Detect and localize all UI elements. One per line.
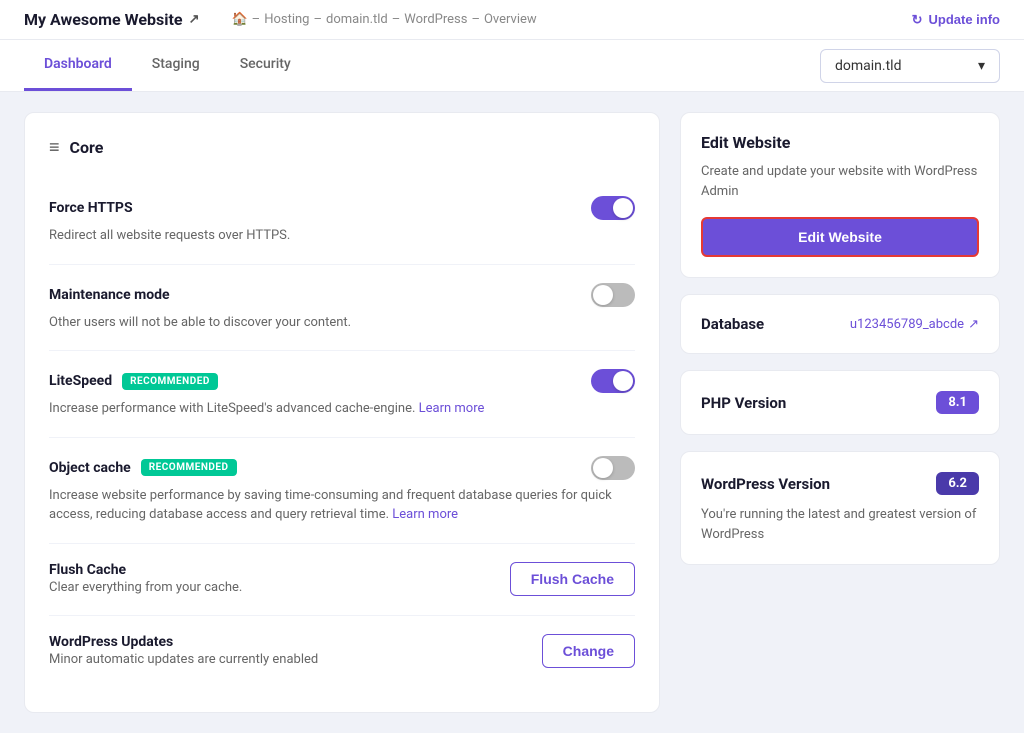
- site-title-text: My Awesome Website: [24, 10, 183, 29]
- litespeed-desc: Increase performance with LiteSpeed's ad…: [49, 399, 635, 419]
- update-info-button[interactable]: ↻ Update info: [912, 12, 1000, 28]
- maintenance-mode-row: Maintenance mode Other users will not be…: [49, 265, 635, 352]
- force-https-desc: Redirect all website requests over HTTPS…: [49, 226, 635, 246]
- database-card-row: Database u123456789_abcde ↗: [701, 315, 979, 333]
- database-name: u123456789_abcde: [850, 317, 964, 332]
- php-version-card-row: PHP Version 8.1: [701, 391, 979, 414]
- right-panel: Edit Website Create and update your webs…: [680, 112, 1000, 713]
- toggle-knob: [613, 371, 633, 391]
- force-https-name: Force HTTPS: [49, 200, 133, 216]
- chevron-down-icon: ▾: [978, 58, 985, 74]
- external-link-icon[interactable]: ↗: [189, 12, 200, 27]
- layers-icon: ≡: [49, 137, 60, 158]
- update-icon: ↻: [912, 12, 923, 28]
- php-version-badge: 8.1: [936, 391, 979, 414]
- breadcrumb: 🏠 – Hosting – domain.tld – WordPress – O…: [231, 12, 536, 27]
- litespeed-recommended-badge: RECOMMENDED: [122, 373, 218, 390]
- main-content: ≡ Core Force HTTPS Redirect all website …: [0, 92, 1024, 733]
- left-panel: ≡ Core Force HTTPS Redirect all website …: [24, 112, 660, 713]
- wordpress-updates-desc: Minor automatic updates are currently en…: [49, 650, 522, 670]
- object-cache-row: Object cache RECOMMENDED Increase websit…: [49, 438, 635, 544]
- edit-website-button[interactable]: Edit Website: [701, 217, 979, 257]
- maintenance-mode-toggle[interactable]: [591, 283, 635, 307]
- database-link[interactable]: u123456789_abcde ↗: [850, 317, 979, 332]
- maintenance-mode-name: Maintenance mode: [49, 287, 170, 303]
- edit-website-card: Edit Website Create and update your webs…: [680, 112, 1000, 278]
- flush-cache-row: Flush Cache Clear everything from your c…: [49, 544, 635, 617]
- toggle-knob: [593, 285, 613, 305]
- wp-latest-desc: You're running the latest and greatest v…: [701, 505, 979, 544]
- flush-cache-desc: Clear everything from your cache.: [49, 578, 490, 598]
- wp-version-badge: 6.2: [936, 472, 979, 495]
- tab-security[interactable]: Security: [220, 40, 311, 91]
- wordpress-updates-row: WordPress Updates Minor automatic update…: [49, 616, 635, 688]
- maintenance-mode-desc: Other users will not be able to discover…: [49, 313, 635, 333]
- edit-website-card-desc: Create and update your website with Word…: [701, 162, 979, 201]
- site-title: My Awesome Website ↗: [24, 10, 199, 29]
- php-version-card: PHP Version 8.1: [680, 370, 1000, 435]
- wordpress-updates-change-button[interactable]: Change: [542, 634, 635, 668]
- wp-version-label: WordPress Version: [701, 475, 830, 493]
- litespeed-name: LiteSpeed RECOMMENDED: [49, 373, 218, 390]
- domain-select-value: domain.tld: [835, 58, 901, 74]
- object-cache-desc: Increase website performance by saving t…: [49, 486, 635, 525]
- toggle-knob: [613, 198, 633, 218]
- external-link-icon: ↗: [968, 317, 979, 332]
- php-version-label: PHP Version: [701, 394, 786, 412]
- toggle-knob: [593, 458, 613, 478]
- tab-staging[interactable]: Staging: [132, 40, 220, 91]
- edit-website-card-title: Edit Website: [701, 133, 979, 152]
- wp-version-card: WordPress Version 6.2 You're running the…: [680, 451, 1000, 565]
- nav-tabs: Dashboard Staging Security: [24, 40, 311, 91]
- top-bar: My Awesome Website ↗ 🏠 – Hosting – domai…: [0, 0, 1024, 40]
- tab-dashboard[interactable]: Dashboard: [24, 40, 132, 91]
- wordpress-updates-name: WordPress Updates: [49, 634, 522, 650]
- domain-select[interactable]: domain.tld ▾: [820, 49, 1000, 83]
- flush-cache-button[interactable]: Flush Cache: [510, 562, 635, 596]
- litespeed-row: LiteSpeed RECOMMENDED Increase performan…: [49, 351, 635, 438]
- force-https-toggle[interactable]: [591, 196, 635, 220]
- litespeed-toggle[interactable]: [591, 369, 635, 393]
- object-cache-name: Object cache RECOMMENDED: [49, 459, 237, 476]
- update-info-label: Update info: [929, 12, 1001, 27]
- nav-bar: Dashboard Staging Security domain.tld ▾: [0, 40, 1024, 92]
- database-label: Database: [701, 315, 764, 333]
- section-header: ≡ Core: [49, 137, 635, 158]
- wp-version-card-row: WordPress Version 6.2: [701, 472, 979, 495]
- litespeed-learn-more-link[interactable]: Learn more: [419, 401, 485, 416]
- object-cache-toggle[interactable]: [591, 456, 635, 480]
- object-cache-learn-more-link[interactable]: Learn more: [392, 507, 458, 522]
- section-title: Core: [70, 138, 104, 157]
- breadcrumb-home-icon: 🏠: [231, 12, 247, 27]
- database-card: Database u123456789_abcde ↗: [680, 294, 1000, 354]
- flush-cache-name: Flush Cache: [49, 562, 490, 578]
- force-https-row: Force HTTPS Redirect all website request…: [49, 178, 635, 265]
- object-cache-recommended-badge: RECOMMENDED: [141, 459, 237, 476]
